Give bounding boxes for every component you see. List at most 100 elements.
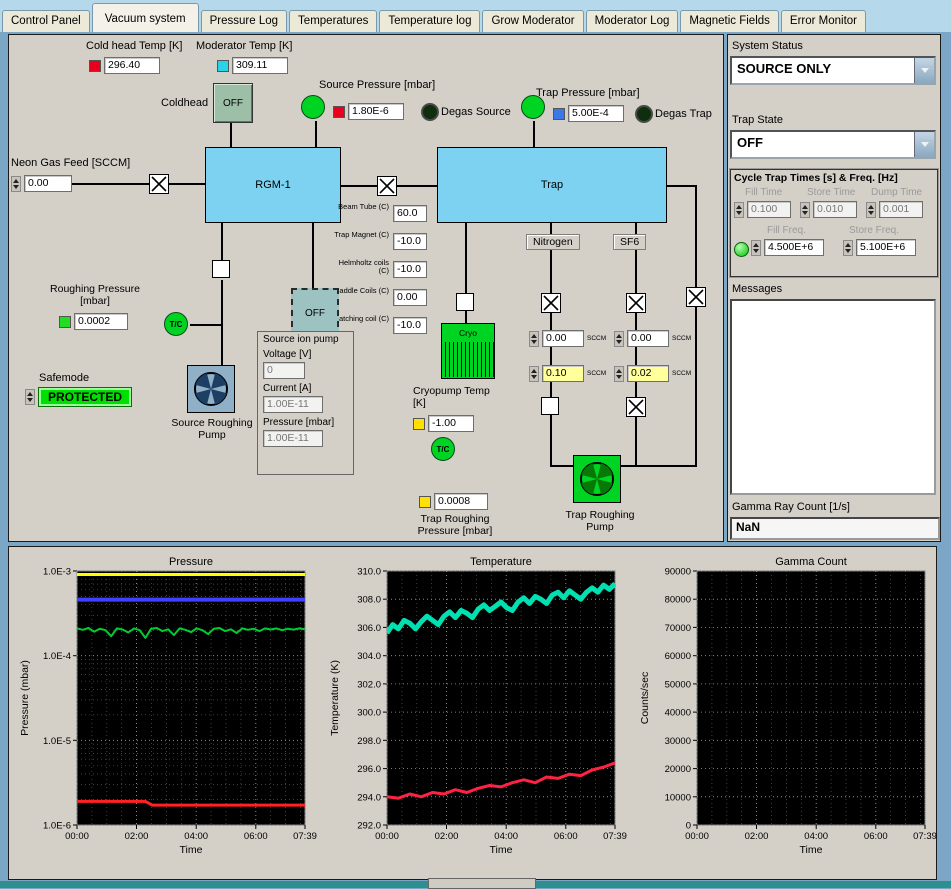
flow-1-spinner[interactable] — [529, 330, 539, 347]
flow-control-2: 0.00 SCCM — [614, 330, 691, 347]
ion-pump-title: Source ion pump — [263, 334, 339, 345]
flow-3-value[interactable]: 0.10 — [542, 365, 584, 382]
dropdown-arrow-icon[interactable] — [914, 58, 934, 83]
safemode-value[interactable]: PROTECTED — [38, 387, 133, 407]
dropdown-arrow-icon[interactable] — [914, 132, 934, 157]
gamma-count-chart: Gamma Count 0 10000 20000 30000 40000 50000 600… — [635, 555, 941, 869]
svg-text:80000: 80000 — [665, 595, 691, 606]
tab-temperature-log[interactable]: Temperature log — [379, 10, 481, 32]
svg-text:00:00: 00:00 — [65, 831, 89, 842]
dump-time-control: 0.001 — [866, 201, 923, 218]
svg-text:310.0: 310.0 — [357, 567, 381, 578]
cryo-label: Cryo — [459, 328, 477, 338]
valve-icon[interactable] — [377, 176, 397, 196]
coldhead-power-button[interactable]: OFF — [213, 83, 253, 123]
svg-text:302.0: 302.0 — [357, 679, 381, 690]
system-status-dropdown[interactable]: SOURCE ONLY — [730, 56, 936, 85]
store-freq-value[interactable]: 5.100E+6 — [856, 239, 916, 256]
svg-text:Counts/sec: Counts/sec — [639, 672, 651, 725]
cycle-led — [734, 242, 749, 257]
yellow-indicator — [413, 417, 425, 430]
dump-time-spinner[interactable] — [866, 201, 876, 218]
svg-text:Temperature (K): Temperature (K) — [329, 660, 341, 736]
pump-icon — [580, 462, 614, 496]
sf6-tag: SF6 — [613, 234, 647, 250]
wire — [169, 183, 205, 185]
tab-temperatures[interactable]: Temperatures — [289, 10, 378, 32]
degas-trap-led[interactable] — [635, 105, 653, 123]
valve-icon[interactable] — [626, 397, 646, 417]
flow-control-3: 0.10 SCCM — [529, 365, 606, 382]
flow-4-value[interactable]: 0.02 — [627, 365, 669, 382]
fill-time-value[interactable]: 0.100 — [747, 201, 791, 218]
ion-voltage-label: Voltage [V] — [263, 349, 312, 360]
system-status-label: System Status — [732, 40, 803, 52]
degas-trap-label: Degas Trap — [655, 108, 712, 120]
cryopump[interactable]: Cryo — [441, 323, 495, 379]
tab-grow-moderator[interactable]: Grow Moderator — [482, 10, 584, 32]
fill-freq-spinner[interactable] — [751, 239, 761, 256]
source-pressure-label: Source Pressure [mbar] — [319, 79, 436, 91]
trap-roughing-pump-icon[interactable] — [573, 455, 621, 503]
valve-icon[interactable] — [541, 293, 561, 313]
trap-state-dropdown[interactable]: OFF — [730, 130, 936, 159]
messages-box[interactable] — [730, 299, 936, 495]
store-time-spinner[interactable] — [800, 201, 810, 218]
fill-freq-value[interactable]: 4.500E+6 — [764, 239, 824, 256]
valve-closed-icon[interactable] — [212, 260, 230, 278]
nitrogen-tag: Nitrogen — [526, 234, 580, 250]
svg-text:02:00: 02:00 — [745, 831, 769, 842]
svg-text:04:00: 04:00 — [184, 831, 208, 842]
store-freq-spinner[interactable] — [843, 239, 853, 256]
flow-3-spinner[interactable] — [529, 365, 539, 382]
trap-roughing-pressure-value: 0.0008 — [434, 493, 488, 510]
tab-moderator-log[interactable]: Moderator Log — [585, 10, 679, 32]
valve-closed-icon[interactable] — [456, 293, 474, 311]
valve-icon[interactable] — [686, 287, 706, 307]
messages-label: Messages — [732, 283, 783, 295]
matching-coil-value[interactable]: -10.0 — [393, 317, 427, 334]
valve-icon[interactable] — [626, 293, 646, 313]
svg-text:298.0: 298.0 — [357, 736, 381, 747]
red-indicator — [333, 105, 345, 118]
helmholtz-coils-value[interactable]: -10.0 — [393, 261, 427, 278]
charts-panel: Pressure 1.0E-3 1.0E-4 1.0E-5 1.0E-6 00:00 02:… — [8, 546, 937, 880]
trap-magnet-value[interactable]: -10.0 — [393, 233, 427, 250]
tab-vacuum-system[interactable]: Vacuum system — [91, 3, 199, 32]
wire — [695, 185, 697, 467]
source-roughing-pump-icon[interactable] — [187, 365, 235, 413]
svg-text:06:00: 06:00 — [864, 831, 888, 842]
flow-2-spinner[interactable] — [614, 330, 624, 347]
store-time-value[interactable]: 0.010 — [813, 201, 857, 218]
trap-state-value: OFF — [737, 135, 763, 150]
blue-indicator — [553, 107, 565, 120]
pressure-chart: Pressure 1.0E-3 1.0E-4 1.0E-5 1.0E-6 00:00 02:… — [15, 555, 321, 869]
flow-4-spinner[interactable] — [614, 365, 624, 382]
tab-control-panel[interactable]: Control Panel — [2, 10, 90, 32]
beam-tube-value[interactable]: 60.0 — [393, 205, 427, 222]
svg-text:20000: 20000 — [665, 764, 691, 775]
valve-closed-icon[interactable] — [541, 397, 559, 415]
roughing-pressure-display: 0.0002 — [59, 313, 128, 330]
safemode-label: Safemode — [39, 372, 90, 384]
flow-1-value[interactable]: 0.00 — [542, 330, 584, 347]
fill-time-spinner[interactable] — [734, 201, 744, 218]
tab-error-monitor[interactable]: Error Monitor — [780, 10, 867, 32]
flow-2-value[interactable]: 0.00 — [627, 330, 669, 347]
matching-coil-label: Matching coil (C) — [332, 314, 389, 323]
safemode-control: PROTECTED — [25, 387, 133, 407]
dump-time-value[interactable]: 0.001 — [879, 201, 923, 218]
wire — [190, 324, 222, 326]
valve-icon[interactable] — [149, 174, 169, 194]
saddle-coils-value[interactable]: 0.00 — [393, 289, 427, 306]
svg-text:07:39: 07:39 — [603, 831, 627, 842]
degas-source-led[interactable] — [421, 103, 439, 121]
tab-magnetic-fields[interactable]: Magnetic Fields — [680, 10, 779, 32]
temperature-chart: Temperature 292.0 294.0 296.0 298.0 300.0 302.… — [325, 555, 631, 869]
sccm-unit: SCCM — [672, 370, 692, 377]
flow-control-1: 0.00 SCCM — [529, 330, 606, 347]
neon-feed-spinner[interactable] — [11, 175, 21, 192]
safemode-spinner[interactable] — [25, 389, 35, 405]
neon-feed-value[interactable]: 0.00 — [24, 175, 72, 192]
tab-pressure-log[interactable]: Pressure Log — [200, 10, 288, 32]
